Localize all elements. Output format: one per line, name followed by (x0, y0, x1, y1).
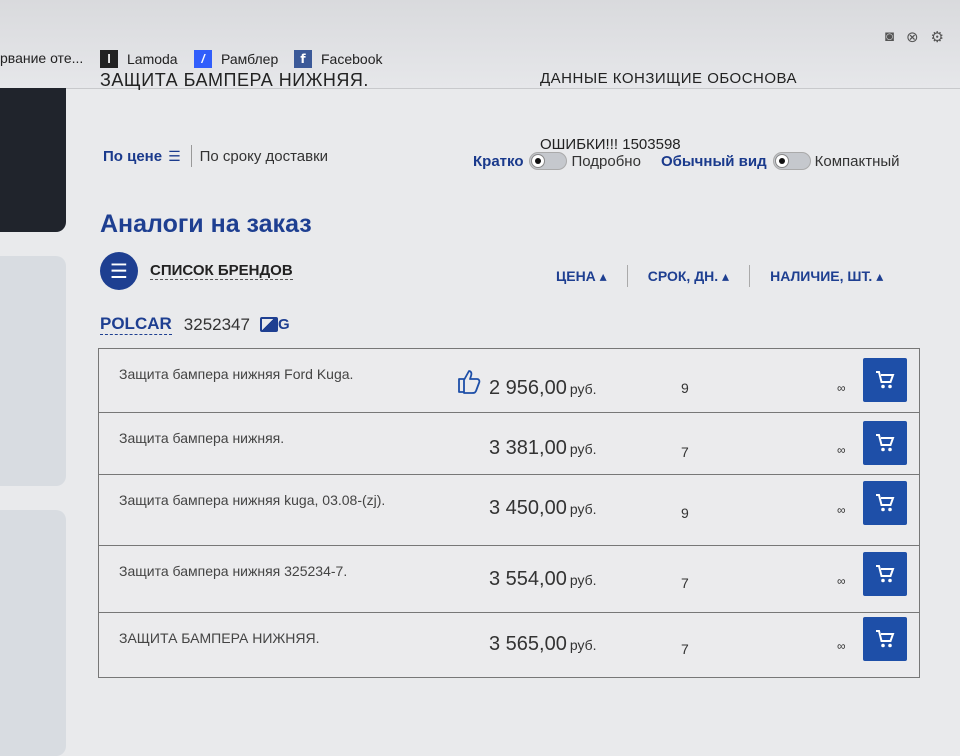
facebook-icon: f (294, 50, 312, 68)
item-name: ЗАЩИТА БАМПЕРА НИЖНЯЯ. (119, 630, 320, 646)
item-name: Защита бампера нижняя Ford Kuga. (119, 366, 354, 382)
bookmark-lamoda[interactable]: l Lamoda (100, 50, 178, 68)
toggle-short-label[interactable]: Кратко (473, 153, 523, 170)
view-toggles: Кратко Подробно Обычный вид Компактный (473, 152, 900, 170)
sidebar-card (0, 510, 66, 756)
lamoda-icon: l (100, 50, 118, 68)
offers-table: Защита бампера нижняя Ford Kuga. 2 956,0… (98, 348, 920, 678)
brands-list-label: СПИСОК БРЕНДОВ (150, 262, 293, 280)
item-days: 9 (681, 380, 689, 396)
item-days: 9 (681, 505, 689, 521)
brands-list-button[interactable]: ☰ СПИСОК БРЕНДОВ (100, 252, 293, 290)
item-stock: ∞ (837, 503, 846, 517)
cut-off-heading-right: ДАННЫЕ КОНЗИЩИЕ ОБОСНОВА (540, 70, 798, 87)
cart-icon (876, 434, 895, 452)
add-to-cart-button[interactable] (863, 481, 907, 525)
add-to-cart-button[interactable] (863, 552, 907, 596)
add-to-cart-button[interactable] (863, 358, 907, 402)
item-days: 7 (681, 444, 689, 460)
table-row: Защита бампера нижняя 325234-7. 3 554,00… (99, 546, 919, 613)
divider (749, 265, 751, 287)
table-row: ЗАЩИТА БАМПЕРА НИЖНЯЯ. 3 565,00 руб. 7 ∞ (99, 613, 919, 677)
item-stock: ∞ (837, 574, 846, 588)
detail-toggle-switch[interactable] (529, 152, 568, 170)
image-gallery-icon[interactable]: G (259, 316, 290, 333)
item-days: 7 (681, 641, 689, 657)
sort-lines-icon: ☰ (168, 147, 181, 164)
column-term[interactable]: СРОК, ДН. ▴ (648, 268, 729, 285)
item-stock: ∞ (837, 381, 846, 395)
item-name: Защита бампера нижняя kuga, 03.08-(zj). (119, 492, 386, 508)
cart-icon (876, 494, 895, 512)
item-price: 3 450,00 руб. (489, 497, 597, 519)
column-sort-headers: ЦЕНА ▴ СРОК, ДН. ▴ НАЛИЧИЕ, ШТ. ▴ (556, 265, 883, 287)
sidebar-dark-panel (0, 88, 66, 232)
item-price: 3 381,00 руб. (489, 437, 597, 459)
sort-by-delivery[interactable]: По сроку доставки (200, 148, 328, 165)
bookmark-truncated[interactable]: рвание оте... (0, 50, 83, 66)
add-to-cart-button[interactable] (863, 617, 907, 661)
toggle-normal-label[interactable]: Обычный вид (661, 153, 767, 170)
sort-by-price[interactable]: По цене (103, 148, 162, 165)
item-price: 2 956,00 руб. (489, 377, 597, 399)
item-days: 7 (681, 575, 689, 591)
table-row: Защита бампера нижняя. 3 381,00 руб. 7 ∞ (99, 413, 919, 475)
camera-icon[interactable]: ◙ (885, 28, 894, 46)
sidebar-card (0, 256, 66, 486)
part-number: 3252347 (183, 314, 250, 334)
view-toggle-switch[interactable] (772, 152, 811, 170)
brand-line: POLCAR 3252347 G (100, 314, 290, 335)
toggle-detailed-label[interactable]: Подробно (571, 153, 640, 170)
item-stock: ∞ (837, 639, 846, 653)
divider (190, 145, 192, 167)
item-price: 3 554,00 руб. (489, 568, 597, 590)
item-price: 3 565,00 руб. (489, 633, 597, 655)
divider (626, 265, 628, 287)
column-stock[interactable]: НАЛИЧИЕ, ШТ. ▴ (770, 268, 883, 285)
section-title: Аналоги на заказ (100, 210, 312, 238)
brand-name-link[interactable]: POLCAR (100, 314, 172, 335)
bookmark-facebook[interactable]: f Facebook (294, 50, 382, 68)
add-to-cart-button[interactable] (863, 421, 907, 465)
browser-toolbar-icons: ◙ ⊗ ⚙ (885, 28, 944, 46)
sort-controls: По цене ☰ По сроку доставки (103, 145, 328, 167)
cut-off-heading-left: ЗАЩИТА БАМПЕРА НИЖНЯЯ. (100, 70, 369, 90)
list-icon: ☰ (100, 252, 138, 290)
settings-icon[interactable]: ⚙ (931, 28, 944, 46)
cart-icon (876, 565, 895, 583)
table-row: Защита бампера нижняя Ford Kuga. 2 956,0… (99, 349, 919, 413)
rambler-icon: / (194, 50, 212, 68)
cart-icon (876, 630, 895, 648)
close-circle-icon[interactable]: ⊗ (906, 28, 919, 46)
item-name: Защита бампера нижняя. (119, 430, 285, 446)
table-row: Защита бампера нижняя kuga, 03.08-(zj). … (99, 475, 919, 546)
item-name: Защита бампера нижняя 325234-7. (119, 563, 348, 579)
cart-icon (876, 371, 895, 389)
bookmark-rambler[interactable]: / Рамблер (194, 50, 278, 68)
item-stock: ∞ (837, 443, 846, 457)
errors-label: ОШИБКИ!!! 1503598 (540, 136, 681, 153)
toggle-compact-label[interactable]: Компактный (815, 153, 900, 170)
column-price[interactable]: ЦЕНА ▴ (556, 268, 607, 285)
thumbs-up-icon (458, 370, 481, 394)
